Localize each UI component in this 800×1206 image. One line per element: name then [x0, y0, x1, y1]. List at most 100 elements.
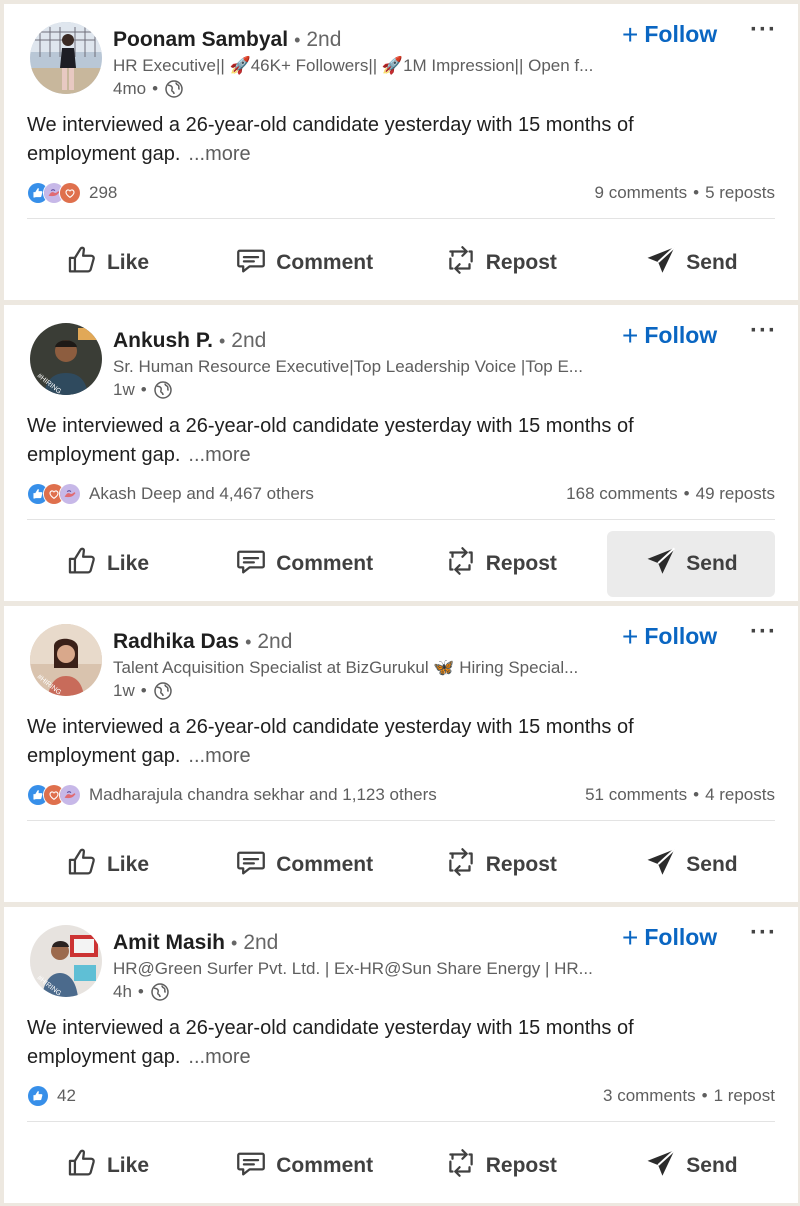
follow-button[interactable]: + Follow: [618, 320, 721, 351]
like-icon: [65, 243, 99, 283]
send-label: Send: [686, 552, 738, 575]
social-counts: Akash Deep and 4,467 others 168 comments…: [27, 481, 775, 507]
see-more-link[interactable]: ...more: [188, 1046, 250, 1068]
comment-button[interactable]: Comment: [214, 832, 394, 898]
separator-dot: •: [701, 1086, 708, 1105]
post-meta: 4h •: [113, 981, 170, 1003]
more-options-icon[interactable]: ···: [744, 319, 783, 343]
comment-button[interactable]: Comment: [214, 531, 394, 597]
connection-degree: 2nd: [306, 28, 342, 51]
send-button[interactable]: Send: [607, 832, 775, 898]
feed: Poonam Sambyal • 2nd HR Executive|| 🚀46K+ …: [0, 0, 800, 1206]
repost-button[interactable]: Repost: [420, 531, 580, 597]
send-label: Send: [686, 1154, 738, 1177]
comment-icon: [234, 243, 268, 283]
reposts-count[interactable]: 4 reposts: [705, 785, 775, 805]
follow-button[interactable]: + Follow: [618, 621, 721, 652]
like-button[interactable]: Like: [27, 832, 187, 898]
more-options-icon[interactable]: ···: [744, 921, 783, 945]
follow-button[interactable]: + Follow: [618, 19, 721, 50]
see-more-link[interactable]: ...more: [188, 444, 250, 466]
send-icon: [644, 243, 678, 283]
repost-icon: [444, 243, 478, 283]
social-counts: 298 9 comments • 5 reposts: [27, 180, 775, 206]
reactions-count: Akash Deep and 4,467 others: [89, 484, 314, 503]
like-icon: [65, 845, 99, 885]
follow-label: Follow: [644, 21, 718, 47]
comment-button[interactable]: Comment: [214, 230, 394, 296]
post-time: 1w: [113, 380, 135, 399]
send-icon: [644, 544, 678, 584]
avatar[interactable]: #HIRING: [30, 925, 102, 997]
plus-icon: +: [622, 319, 639, 351]
author-name[interactable]: Amit Masih: [113, 931, 225, 954]
reposts-count[interactable]: 49 reposts: [696, 484, 775, 504]
plus-icon: +: [622, 620, 639, 652]
like-button[interactable]: Like: [27, 531, 187, 597]
comment-icon: [234, 544, 268, 584]
separator-dot: •: [693, 785, 700, 804]
reaction-icons: [27, 1085, 49, 1107]
post-meta: 4mo •: [113, 78, 184, 100]
send-button[interactable]: Send: [606, 531, 775, 597]
comment-icon: [234, 1146, 268, 1186]
repost-icon: [444, 544, 478, 584]
comment-icon: [234, 845, 268, 885]
divider: [27, 218, 775, 219]
follow-label: Follow: [644, 924, 718, 950]
post-card: #HIRING Radhika Das • 2nd Talent Acquisiti…: [4, 606, 798, 902]
separator-dot: •: [245, 632, 252, 652]
follow-button[interactable]: + Follow: [618, 922, 721, 953]
see-more-link[interactable]: ...more: [188, 143, 250, 165]
comments-count[interactable]: 3 comments: [603, 1086, 696, 1106]
action-bar: Like Comment Repost Send: [27, 226, 775, 300]
reaction-icons: [27, 182, 81, 204]
action-bar: Like Comment Repost Send: [27, 1129, 775, 1203]
avatar[interactable]: [30, 22, 102, 94]
author-name[interactable]: Radhika Das: [113, 630, 239, 653]
engagement-counts: 168 comments • 49 reposts: [566, 484, 775, 504]
separator-dot: •: [140, 681, 147, 700]
globe-icon: [153, 681, 173, 701]
post-text: We interviewed a 26-year-old candidate y…: [27, 713, 747, 771]
post-body: We interviewed a 26-year-old candidate y…: [27, 716, 634, 767]
post-card: Poonam Sambyal • 2nd HR Executive|| 🚀46K+ …: [4, 4, 798, 300]
post-text: We interviewed a 26-year-old candidate y…: [27, 111, 747, 169]
post-time: 1w: [113, 681, 135, 700]
send-button[interactable]: Send: [607, 230, 775, 296]
reposts-count[interactable]: 1 repost: [714, 1086, 775, 1106]
like-button[interactable]: Like: [27, 230, 187, 296]
post-card: #HIRING Ankush P. • 2nd Sr. Human Resource…: [4, 305, 798, 601]
reactions-summary[interactable]: 298: [27, 182, 117, 204]
repost-button[interactable]: Repost: [420, 832, 580, 898]
reaction-icons: [27, 483, 81, 505]
comment-button[interactable]: Comment: [214, 1133, 394, 1199]
comments-count[interactable]: 9 comments: [595, 183, 688, 203]
send-button[interactable]: Send: [607, 1133, 775, 1199]
reactions-count: 298: [89, 183, 118, 202]
reactions-summary[interactable]: Akash Deep and 4,467 others: [27, 483, 314, 505]
author-name[interactable]: Poonam Sambyal: [113, 28, 288, 51]
separator-dot: •: [231, 933, 238, 953]
author-name[interactable]: Ankush P.: [113, 329, 213, 352]
post-text: We interviewed a 26-year-old candidate y…: [27, 412, 747, 470]
more-options-icon[interactable]: ···: [744, 18, 783, 42]
repost-button[interactable]: Repost: [420, 230, 580, 296]
reposts-count[interactable]: 5 reposts: [705, 183, 775, 203]
more-options-icon[interactable]: ···: [744, 620, 783, 644]
comments-count[interactable]: 168 comments: [566, 484, 678, 504]
engagement-counts: 51 comments • 4 reposts: [585, 785, 775, 805]
reactions-summary[interactable]: 42: [27, 1085, 76, 1107]
comments-count[interactable]: 51 comments: [585, 785, 687, 805]
see-more-link[interactable]: ...more: [188, 745, 250, 767]
post-body: We interviewed a 26-year-old candidate y…: [27, 415, 634, 466]
repost-button[interactable]: Repost: [420, 1133, 580, 1199]
avatar[interactable]: #HIRING: [30, 323, 102, 395]
reactions-count: 42: [57, 1086, 76, 1105]
reactions-summary[interactable]: Madharajula chandra sekhar and 1,123 oth…: [27, 784, 437, 806]
author-row: Poonam Sambyal • 2nd: [113, 26, 341, 54]
avatar[interactable]: #HIRING: [30, 624, 102, 696]
globe-icon: [153, 380, 173, 400]
like-button[interactable]: Like: [27, 1133, 187, 1199]
separator-dot: •: [218, 331, 226, 351]
